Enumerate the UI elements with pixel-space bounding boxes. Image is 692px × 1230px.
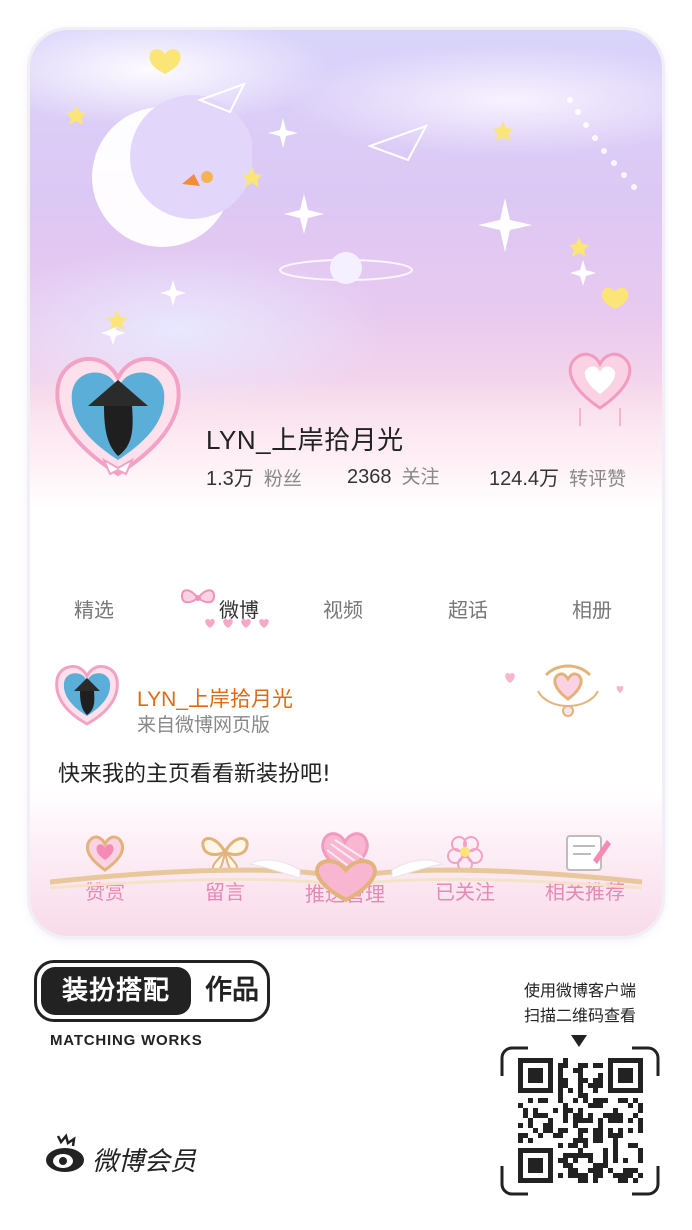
tab-albums[interactable]: 相册 <box>572 594 612 623</box>
weibo-member-brand: 微博会员 <box>92 1147 197 1177</box>
qr-instructions: 使用微博客户端 扫描二维码查看 <box>500 978 660 1028</box>
post-author-name[interactable]: LYN_上岸拾月光 <box>137 683 293 713</box>
bow-icon <box>180 589 216 604</box>
heart-jewel-icon <box>505 664 624 717</box>
post-avatar[interactable] <box>52 658 122 728</box>
avatar[interactable] <box>48 342 188 480</box>
badge-right-text: 作品 <box>205 975 259 1006</box>
badge-subtitle: MATCHING WORKS <box>50 1032 203 1049</box>
stat-fans[interactable]: 1.3万 粉丝 <box>206 462 302 491</box>
tab-featured[interactable]: 精选 <box>74 594 114 623</box>
badge-left-text: 装扮搭配 <box>41 967 191 1015</box>
tab-underline-hearts <box>205 619 269 628</box>
stat-following-label: 关注 <box>401 466 440 488</box>
tab-videos[interactable]: 视频 <box>323 594 363 623</box>
stat-interactions-label: 转评赞 <box>569 468 627 490</box>
stat-fans-label: 粉丝 <box>263 468 302 490</box>
tab-bar: 精选 微博 视频 超话 相册 <box>30 589 662 630</box>
stat-interactions[interactable]: 124.4万 转评赞 <box>489 462 626 491</box>
qr-tip-line1: 使用微博客户端 <box>523 981 636 1000</box>
tab-super-topic[interactable]: 超话 <box>448 594 488 623</box>
profile-stats: 1.3万 粉丝 2368 关注 124.4万 转评赞 <box>206 462 656 490</box>
matching-works-badge: 装扮搭配 作品 <box>34 960 270 1022</box>
sparkles-decoration <box>66 49 637 345</box>
stat-fans-value: 1.3万 <box>206 468 254 490</box>
qr-tip-line2: 扫描二维码查看 <box>523 1006 636 1025</box>
profile-card: LYN_上岸拾月光 1.3万 粉丝 2368 关注 124.4万 转评赞 精选 微博 … <box>30 30 662 936</box>
stat-interactions-value: 124.4万 <box>489 468 560 490</box>
stat-following-value: 2368 <box>347 466 392 488</box>
post-text: 快来我的主页看看新装扮吧! <box>58 762 331 787</box>
heart-charm-icon <box>568 352 632 426</box>
post-source: 来自微博网页版 <box>137 714 271 736</box>
qr-code[interactable] <box>498 1046 662 1196</box>
profile-name: LYN_上岸拾月光 <box>206 425 404 455</box>
weibo-eye-icon <box>46 1133 84 1172</box>
stat-following[interactable]: 2368 关注 <box>347 462 440 489</box>
wing-heart-icon <box>49 859 643 903</box>
